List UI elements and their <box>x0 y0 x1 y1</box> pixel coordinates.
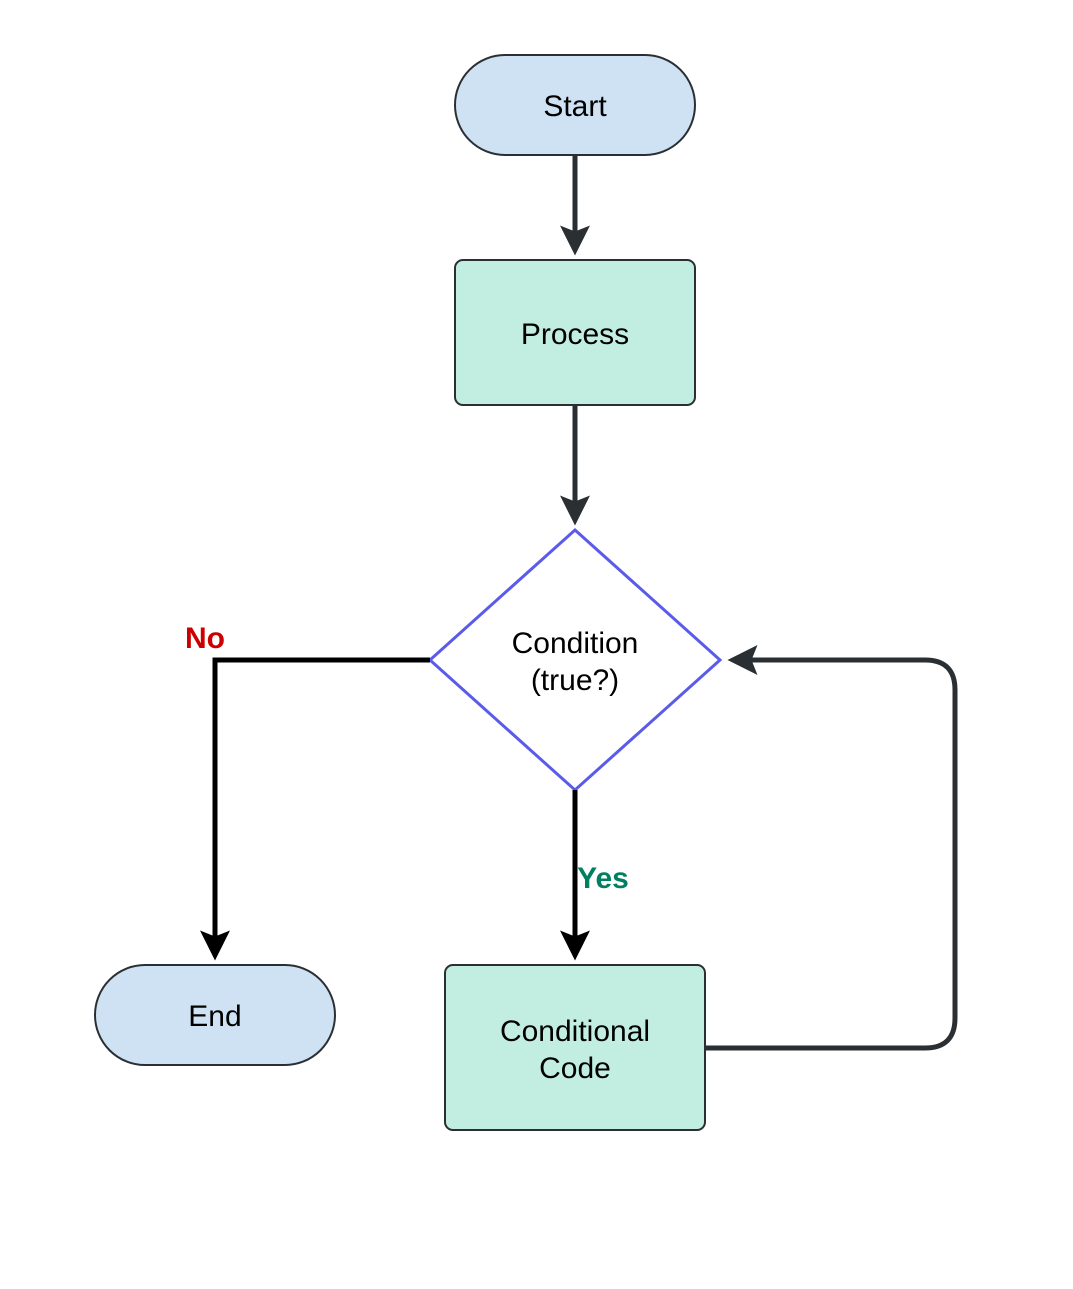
arrow-condition-end <box>215 660 430 953</box>
arrow-loop-back <box>705 660 955 1048</box>
yes-label: Yes <box>577 862 629 895</box>
conditional-label-2: Code <box>539 1052 611 1085</box>
conditional-label-1: Conditional <box>500 1015 650 1048</box>
process-node: Process <box>455 260 695 405</box>
start-node: Start <box>455 55 695 155</box>
condition-label-2: (true?) <box>531 664 619 697</box>
start-label: Start <box>543 90 607 123</box>
process-label: Process <box>521 318 629 351</box>
end-label: End <box>188 1000 241 1033</box>
condition-label-1: Condition <box>512 627 639 660</box>
conditional-code-node: Conditional Code <box>445 965 705 1130</box>
flowchart-canvas: Start Process Condition (true?) No Yes E… <box>0 0 1073 1284</box>
end-node: End <box>95 965 335 1065</box>
condition-node: Condition (true?) <box>430 530 720 790</box>
no-label: No <box>185 622 225 655</box>
